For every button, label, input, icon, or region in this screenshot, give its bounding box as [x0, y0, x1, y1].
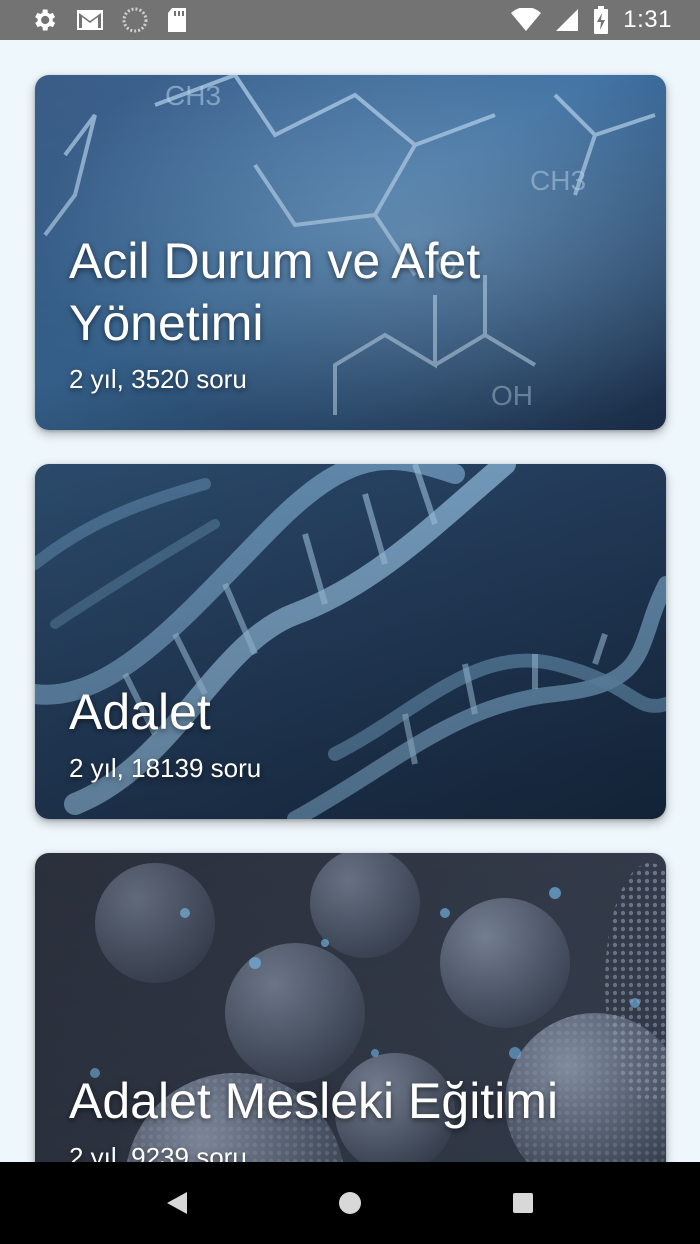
course-card[interactable]: Adalet 2 yıl, 18139 soru: [35, 464, 666, 819]
sync-icon: [122, 7, 148, 33]
course-meta: 2 yıl, 3520 soru: [69, 364, 247, 394]
home-icon: [338, 1192, 361, 1214]
battery-charging-icon: [593, 6, 609, 34]
course-title: Adalet: [69, 684, 211, 740]
sd-card-icon: [166, 7, 188, 33]
recents-button[interactable]: [493, 1173, 553, 1233]
home-button[interactable]: [320, 1173, 380, 1233]
status-bar: 1:31: [0, 0, 700, 40]
cell-signal-icon: [555, 8, 579, 32]
recents-icon: [513, 1193, 534, 1213]
gear-icon: [30, 6, 58, 34]
status-left-icons: [30, 6, 188, 34]
course-list[interactable]: CH3 CH3 OH O Acil Durum ve Afet Yönetimi…: [0, 40, 700, 1162]
status-right-icons: 1:31: [511, 6, 672, 34]
course-meta: 2 yıl, 9239 soru: [69, 1142, 247, 1162]
course-card-text: Adalet Mesleki Eğitimi 2 yıl, 9239 soru: [69, 1070, 646, 1162]
course-title: Acil Durum ve Afet Yönetimi: [69, 233, 481, 351]
back-icon: [166, 1192, 187, 1214]
wifi-icon: [511, 8, 542, 32]
status-time: 1:31: [623, 6, 672, 33]
gmail-icon: [76, 9, 104, 31]
navigation-bar: [0, 1162, 700, 1244]
course-card[interactable]: CH3 CH3 OH O Acil Durum ve Afet Yönetimi…: [35, 75, 666, 430]
course-card[interactable]: Adalet Mesleki Eğitimi 2 yıl, 9239 soru: [35, 853, 666, 1162]
course-card-text: Adalet 2 yıl, 18139 soru: [69, 681, 646, 785]
back-button[interactable]: [147, 1173, 207, 1233]
course-card-text: Acil Durum ve Afet Yönetimi 2 yıl, 3520 …: [69, 230, 646, 396]
course-meta: 2 yıl, 18139 soru: [69, 753, 262, 783]
course-title: Adalet Mesleki Eğitimi: [69, 1073, 559, 1129]
